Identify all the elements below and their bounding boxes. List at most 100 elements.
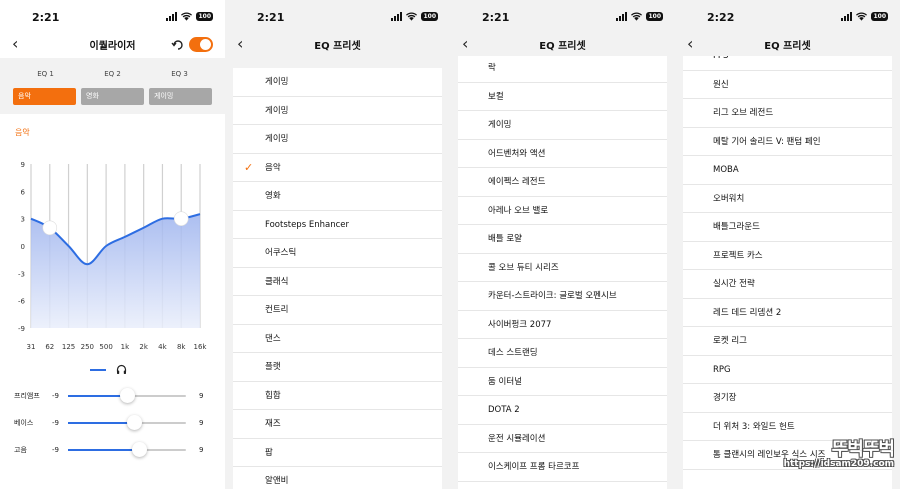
preset-list-item[interactable]: FPS [683,56,892,71]
preset-item-label: 게이밍 [265,77,289,87]
preset-list-item[interactable]: 프로젝트 카스 [683,242,892,271]
preset-list-item[interactable]: 운전 시뮬레이션 [458,425,667,454]
back-button[interactable]: ‹ [687,36,693,52]
preset-item-label: 아레나 오브 밸로 [488,205,549,216]
slider-knob[interactable] [131,442,147,457]
preset-list-item[interactable]: 배틀그라운드 [683,213,892,242]
preset-item-label: 힙합 [265,390,281,401]
preset-item-label: 음악 [265,162,281,173]
eq-preset-chips: 음악 영화 게이밍 [13,88,212,105]
preset-item-label: 컨트리 [265,305,289,315]
status-bar: 2:21 100 [0,0,225,34]
x-tick-label: 125 [62,343,75,351]
preset-list-item[interactable]: 게이밍 [233,68,442,97]
eq-band-handle[interactable] [173,211,189,226]
eq-band-handle[interactable] [42,220,58,236]
eq-curve-chart[interactable]: 9 6 3 0 -3 -6 -9 31 62 125 250 500 1k 2k 4k 8k 16k [0,150,225,355]
back-button[interactable]: ‹ [462,36,468,52]
signal-icon [616,12,628,21]
preset-list-item[interactable]: RPG [683,356,892,385]
preset-list-item[interactable]: 사이버펑크 2077 [458,311,667,340]
preset-list-item[interactable]: MOBA [683,156,892,185]
status-time: 2:22 [707,11,735,24]
preset-list-item[interactable]: 어드벤처와 액션 [458,140,667,169]
preset-list-item[interactable]: 메탈 기어 솔리드 V: 팬텀 페인 [683,128,892,157]
eq-toggle[interactable] [189,37,213,52]
eq-slot-label: EQ 2 [104,70,121,78]
slider-row: 프리앰프 -9 9 [14,387,214,405]
slider-track[interactable] [68,415,186,430]
preset-item-label: 게이밍 [265,105,289,116]
preset-list-item[interactable]: 콜 오브 듀티 시리즈 [458,254,667,283]
preset-list-item[interactable]: 레드 데드 리뎀션 2 [683,299,892,328]
preset-list-item[interactable]: 경기장 [683,384,892,413]
preset-item-label: 배틀 로얄 [488,234,522,244]
preset-list-item[interactable]: 오버워치 [683,185,892,214]
preset-item-label: 메탈 기어 솔리드 V: 팬텀 페인 [713,136,821,147]
preset-list-item[interactable]: 알앤비 [233,467,442,489]
preset-list-item[interactable]: Footsteps Enhancer [233,211,442,240]
eq-preset-chip[interactable]: 게이밍 [149,88,212,105]
preset-list-item[interactable]: 어쿠스틱 [233,239,442,268]
preset-item-label: MOBA [713,165,739,175]
preset-list-item[interactable]: 둠 이터널 [458,368,667,397]
preset-list-item[interactable]: 힙합 [233,382,442,411]
preset-list-item[interactable]: 에이펙스 레전드 [458,168,667,197]
preset-list-item[interactable]: 댄스 [233,325,442,354]
preset-list-item[interactable]: 락 [458,56,667,83]
preset-list: 락보컬게이밍어드벤처와 액션 에이펙스 레전드아레나 오브 밸로배틀 로얄콜 오브… [458,56,667,489]
preset-list-item[interactable]: ✓ 음악 [233,154,442,183]
preset-list-item[interactable]: 카운터-스트라이크: 글로벌 오펜시브 [458,282,667,311]
checkmark-icon: ✓ [244,160,254,174]
watermark-text: 뚜벅뚜벅 [831,439,895,460]
preset-list-item[interactable]: 컨트리 [233,296,442,325]
reset-icon[interactable] [171,38,185,52]
wifi-icon [181,12,193,21]
slider-label: 고음 [14,446,27,454]
preset-list-item[interactable]: 게이밍 [233,97,442,126]
preset-list-item[interactable]: 팝 [233,439,442,468]
page-title: 이퀄라이저 [89,41,136,52]
y-tick-label: 9 [21,161,25,169]
legend-line [90,368,106,371]
preset-list-item[interactable]: 게이밍 [233,125,442,154]
preset-list-item[interactable]: 배틀 로얄 [458,225,667,254]
slider-knob[interactable] [126,415,142,430]
preset-list-item[interactable]: 재즈 [233,410,442,439]
preset-list-item[interactable]: 로켓 리그 [683,327,892,356]
slider-track[interactable] [68,388,186,403]
preset-list-item[interactable]: 리그 오브 레전드 [683,99,892,128]
eq-preset-chip[interactable]: 음악 [13,88,76,105]
preset-item-label: 이스케이프 프롬 타르코프 [488,462,580,472]
preset-list-item[interactable]: 이스케이프 프롬 타르코프 [458,453,667,482]
preset-item-label: 게이밍 [488,120,512,130]
eq-preset-screen: 2:22 100 ‹ EQ 프리셋 FPS 원신 리그 오브 레전드 메탈 기어 솔리… [675,0,900,489]
preset-list-item[interactable]: DOTA 2 [458,396,667,425]
preset-list-item[interactable]: 데스 스트랜딩 [458,339,667,368]
preset-item-label: 플랫 [265,362,281,372]
x-tick-label: 500 [99,343,112,351]
y-tick-label: -6 [18,298,26,306]
eq-preset-screen: 2:21 100 ‹ EQ 프리셋 락 보컬 게이밍 어드벤처와 액션 에이펙스 레전드… [450,0,675,489]
preset-list-item[interactable]: 원신 [683,71,892,100]
battery-icon: 100 [871,12,888,21]
preset-list-item[interactable]: 클래식 [233,268,442,297]
eq-slot-labels: EQ 1 EQ 2 EQ 3 [0,70,225,78]
back-button[interactable]: ‹ [12,36,18,52]
slider-knob[interactable] [120,388,135,403]
eq-preset-screen: 2:21 100 ‹ EQ 프리셋 게이밍 게이밍 게이밍 ✓ 음악 영화 Footstep… [225,0,450,489]
status-bar: 2:22 100 [675,0,900,34]
preset-list-item[interactable]: 실시간 전략 [683,270,892,299]
preset-list-item[interactable]: 게이밍 [458,111,667,140]
preset-list-item[interactable]: 보컬 [458,83,667,112]
preset-list-item[interactable]: 영화 [233,182,442,211]
x-tick-label: 8k [177,343,186,351]
slider-track[interactable] [68,442,186,457]
back-button[interactable]: ‹ [237,36,243,52]
preset-item-label: 락 [488,63,496,73]
eq-slot-label: EQ 3 [171,70,188,78]
x-tick-label: 62 [45,343,54,351]
preset-list-item[interactable]: 아레나 오브 밸로 [458,197,667,226]
eq-preset-chip[interactable]: 영화 [81,88,144,105]
preset-list-item[interactable]: 플랫 [233,353,442,382]
